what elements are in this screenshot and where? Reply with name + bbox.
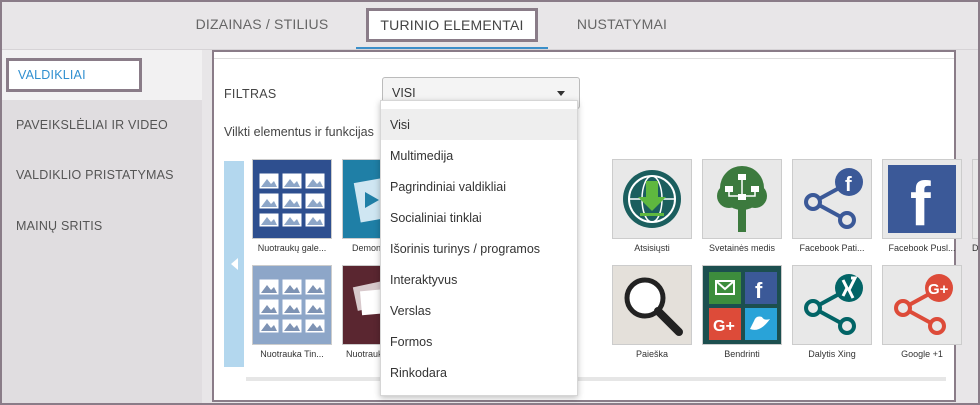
- tile-caption: Svetainės medis: [708, 243, 776, 253]
- dropdown-padding: [381, 101, 577, 109]
- tile-partial[interactable]: D: [972, 159, 979, 253]
- filter-option-external-content[interactable]: Išorinis turinys / programos: [381, 233, 577, 264]
- svg-text:f: f: [845, 174, 852, 196]
- filter-option-basic-widgets[interactable]: Pagrindiniai valdikliai: [381, 171, 577, 202]
- tile-search[interactable]: Paieška: [612, 265, 692, 359]
- filter-option-social-networks[interactable]: Socialiniai tinklai: [381, 202, 577, 233]
- tile-share[interactable]: f G+ Bendrinti: [702, 265, 782, 359]
- filter-dropdown-menu: Visi Multimedija Pagrindiniai valdikliai…: [380, 100, 578, 396]
- tile-caption: Nuotrauka Tin...: [260, 349, 324, 359]
- app-frame: DIZAINAS / STILIUS TURINIO ELEMENTAI NUS…: [0, 0, 980, 405]
- tile-google-plus[interactable]: G+ Google +1: [882, 265, 962, 359]
- tile-xing[interactable]: Dalytis Xing: [792, 265, 872, 359]
- tile-photo-gallery[interactable]: Nuotraukų gale...: [252, 159, 332, 253]
- google-plus-share-icon: G+: [882, 265, 962, 345]
- main-panel: FILTRAS VISI Vilkti elementus ir funkcij…: [212, 50, 978, 402]
- filter-option-multimedia[interactable]: Multimedija: [381, 140, 577, 171]
- svg-text:G+: G+: [713, 318, 735, 335]
- tab-content-elements[interactable]: TURINIO ELEMENTAI: [366, 8, 538, 42]
- photo-gallery-icon: [252, 159, 332, 239]
- tile-caption: Facebook Pati...: [799, 243, 865, 253]
- tab-design-style[interactable]: DIZAINAS / STILIUS: [182, 2, 342, 46]
- svg-text:f: f: [755, 278, 763, 303]
- scroll-left-button[interactable]: [224, 161, 244, 367]
- tile-caption: Facebook Pusl...: [888, 243, 956, 253]
- tile-caption: Atsisiųsti: [634, 243, 670, 253]
- tile-caption: Dalytis Xing: [808, 349, 856, 359]
- tile-facebook-page[interactable]: f Facebook Pusl...: [882, 159, 962, 253]
- filter-option-interactive[interactable]: Interaktyvus: [381, 264, 577, 295]
- caret-down-icon: [557, 91, 565, 96]
- svg-text:G+: G+: [928, 281, 949, 298]
- drag-instruction: Vilkti elementus ir funkcijas: [224, 125, 374, 139]
- tile-photo-grid[interactable]: Nuotrauka Tin...: [252, 265, 332, 359]
- content-area: FILTRAS VISI Vilkti elementus ir funkcij…: [214, 58, 978, 398]
- filter-option-marketing[interactable]: Rinkodara: [381, 357, 577, 388]
- sidebar-item-widget-presentation[interactable]: VALDIKLIO PRISTATYMAS: [2, 150, 202, 200]
- arrow-left-icon: [230, 258, 238, 270]
- sidebar-item-exchange-area[interactable]: MAINŲ SRITIS: [2, 201, 202, 251]
- download-globe-icon: [612, 159, 692, 239]
- share-social-icon: f G+: [702, 265, 782, 345]
- tile-facebook-like[interactable]: f Facebook Pati...: [792, 159, 872, 253]
- tile-caption: Bendrinti: [724, 349, 760, 359]
- xing-share-icon: [792, 265, 872, 345]
- search-icon: [612, 265, 692, 345]
- filter-option-forms[interactable]: Formos: [381, 326, 577, 357]
- sidebar: VALDIKLIAI PAVEIKSLĖLIAI IR VIDEO VALDIK…: [2, 50, 202, 403]
- sidebar-item-widgets[interactable]: VALDIKLIAI: [6, 58, 142, 92]
- tile-caption: D: [972, 243, 979, 253]
- tab-settings[interactable]: NUSTATYMAI: [552, 2, 692, 46]
- facebook-share-icon: f: [792, 159, 872, 239]
- horizontal-scrollbar[interactable]: [246, 377, 946, 381]
- filter-option-all[interactable]: Visi: [381, 109, 577, 140]
- tile-sitemap[interactable]: Svetainės medis: [702, 159, 782, 253]
- tile-download[interactable]: Atsisiųsti: [612, 159, 692, 253]
- partial-icon: [972, 159, 978, 239]
- sidebar-item-images-video[interactable]: PAVEIKSLĖLIAI IR VIDEO: [2, 100, 202, 150]
- sitemap-tree-icon: [702, 159, 782, 239]
- top-tabs: DIZAINAS / STILIUS TURINIO ELEMENTAI NUS…: [2, 2, 978, 50]
- filter-option-business[interactable]: Verslas: [381, 295, 577, 326]
- photo-grid-icon: [252, 265, 332, 345]
- facebook-icon: f: [882, 159, 962, 239]
- filter-label: FILTRAS: [224, 87, 277, 101]
- svg-text:f: f: [910, 170, 931, 233]
- tile-caption: Nuotraukų gale...: [257, 243, 327, 253]
- filter-selected-value: VISI: [392, 86, 416, 100]
- tile-caption: Paieška: [635, 349, 669, 359]
- tile-caption: Google +1: [901, 349, 943, 359]
